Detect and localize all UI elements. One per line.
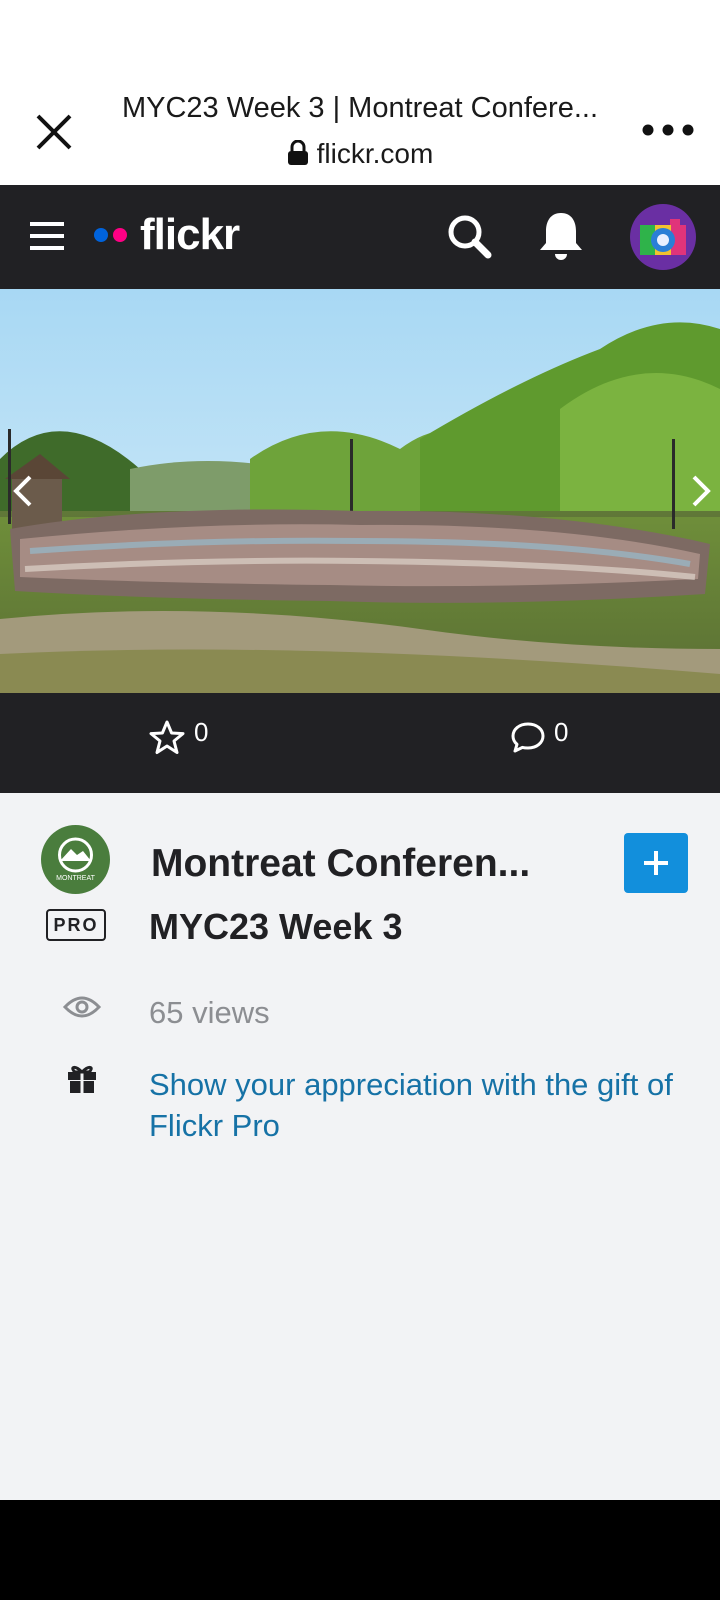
owner-avatar[interactable]: MONTREAT [41, 825, 110, 894]
pro-badge: PRO [46, 909, 106, 941]
faves-count: 0 [194, 717, 209, 747]
owner-name[interactable]: Montreat Conferen... [151, 842, 551, 886]
comments-count: 0 [554, 717, 569, 747]
close-button[interactable] [30, 108, 78, 156]
fave-button[interactable]: 0 [148, 717, 209, 757]
menu-icon [30, 222, 64, 250]
search-icon [448, 215, 492, 259]
flickr-logo[interactable]: flickr [94, 205, 240, 265]
photo-viewer[interactable] [0, 289, 720, 693]
logo-text: flickr [140, 210, 240, 259]
url-display[interactable]: flickr.com [200, 138, 520, 170]
plus-icon [644, 851, 668, 875]
comments-button[interactable]: 0 [510, 717, 569, 755]
camera-avatar-icon [640, 219, 686, 255]
star-icon [149, 720, 185, 754]
bell-icon [540, 213, 582, 260]
photo-title: MYC23 Week 3 [149, 906, 403, 947]
notifications-button[interactable] [536, 209, 586, 263]
comment-icon [511, 722, 545, 753]
url-text: flickr.com [316, 138, 434, 169]
group-photo [0, 289, 720, 693]
page-title: MYC23 Week 3 | Montreat Confere... [121, 92, 599, 124]
search-button[interactable] [444, 211, 496, 263]
flickr-header: flickr [0, 185, 720, 289]
views-count: 65 views [149, 995, 270, 1030]
photo-stats-bar: 0 0 [0, 693, 720, 793]
gift-pro-link[interactable]: Show your appreciation with the gift of … [149, 1064, 689, 1146]
montreat-logo: MONTREAT [56, 837, 96, 882]
close-icon [36, 114, 72, 150]
gift-icon [68, 1065, 96, 1093]
more-options-button[interactable] [640, 116, 696, 144]
system-navigation-bar [0, 1500, 720, 1600]
svg-text:MONTREAT: MONTREAT [56, 875, 95, 882]
previous-photo-button[interactable] [8, 471, 38, 511]
logo-pink-dot [113, 228, 127, 242]
user-avatar[interactable] [630, 204, 696, 270]
logo-blue-dot [94, 228, 108, 242]
lock-icon [287, 139, 308, 165]
browser-toolbar: MYC23 Week 3 | Montreat Confere... flick… [0, 80, 720, 185]
menu-button[interactable] [28, 218, 68, 254]
chevron-left-icon [13, 475, 32, 507]
status-bar [0, 0, 720, 80]
chevron-right-icon [692, 475, 711, 507]
next-photo-button[interactable] [686, 471, 716, 511]
eye-icon [63, 996, 101, 1018]
follow-button[interactable] [624, 833, 688, 893]
more-icon [642, 124, 694, 136]
